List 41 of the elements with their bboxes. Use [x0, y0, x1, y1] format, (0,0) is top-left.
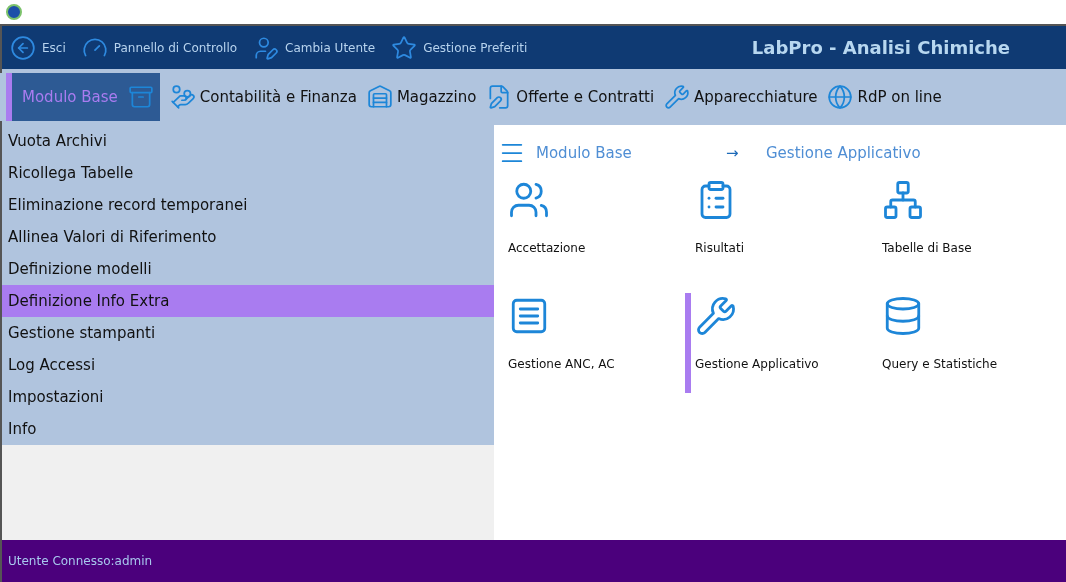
menu-item[interactable]: Info [2, 413, 494, 445]
breadcrumb-link[interactable]: Modulo Base [536, 141, 726, 165]
wrench-icon [664, 84, 691, 110]
app-title: LabPro - Analisi Chimiche [751, 36, 1010, 60]
user-pen-icon [253, 34, 280, 61]
hand-money-icon [169, 84, 196, 110]
module-tab[interactable]: Contabilità e Finanza [169, 73, 357, 121]
arrow-circle-icon [10, 34, 36, 61]
status-text: Utente Connesso:admin [8, 553, 153, 570]
globe-icon [827, 84, 854, 110]
menu-item[interactable]: Definizione modelli [2, 253, 494, 285]
module-tile[interactable]: Gestione ANC, AC [498, 293, 679, 393]
menu-item[interactable]: Log Accessi [2, 349, 494, 381]
module-tile[interactable]: Query e Statistiche [872, 293, 1053, 393]
menu-item[interactable]: Ricollega Tabelle [2, 157, 494, 189]
toolbar-button[interactable]: Gestione Preferiti [391, 34, 528, 61]
module-tab[interactable]: Offerte e Contratti [486, 73, 655, 121]
breadcrumb-separator: → [726, 142, 740, 164]
module-tile[interactable]: Accettazione [498, 177, 679, 277]
warehouse-icon [366, 84, 393, 110]
menu-item[interactable]: Vuota Archivi [2, 125, 494, 157]
module-tile[interactable]: Risultati [685, 177, 866, 277]
module-tile[interactable]: Gestione Applicativo [685, 293, 866, 393]
module-tab[interactable]: RdP on line [827, 73, 942, 121]
app-logo-icon [6, 4, 22, 20]
star-icon [391, 34, 418, 61]
toolbar-button[interactable]: Esci [10, 34, 66, 61]
menu-item[interactable]: Definizione Info Extra [2, 285, 494, 317]
module-tile[interactable]: Tabelle di Base [872, 177, 1053, 277]
menu-item[interactable]: Allinea Valori di Riferimento [2, 221, 494, 253]
menu-item[interactable]: Eliminazione record temporanei [2, 189, 494, 221]
wrench-icon [695, 295, 737, 337]
hierarchy-icon [882, 179, 924, 221]
module-tab[interactable]: Apparecchiature [664, 73, 818, 121]
menu-item[interactable]: Gestione stampanti [2, 317, 494, 349]
menu-item[interactable]: Impostazioni [2, 381, 494, 413]
toolbar-button[interactable]: Cambia Utente [253, 34, 376, 61]
toolbar-button[interactable]: Pannello di Controllo [81, 34, 238, 61]
breadcrumb-current: Gestione Applicativo [766, 142, 921, 164]
archive-box-icon [127, 84, 154, 110]
module-tab[interactable]: Magazzino [366, 73, 477, 121]
